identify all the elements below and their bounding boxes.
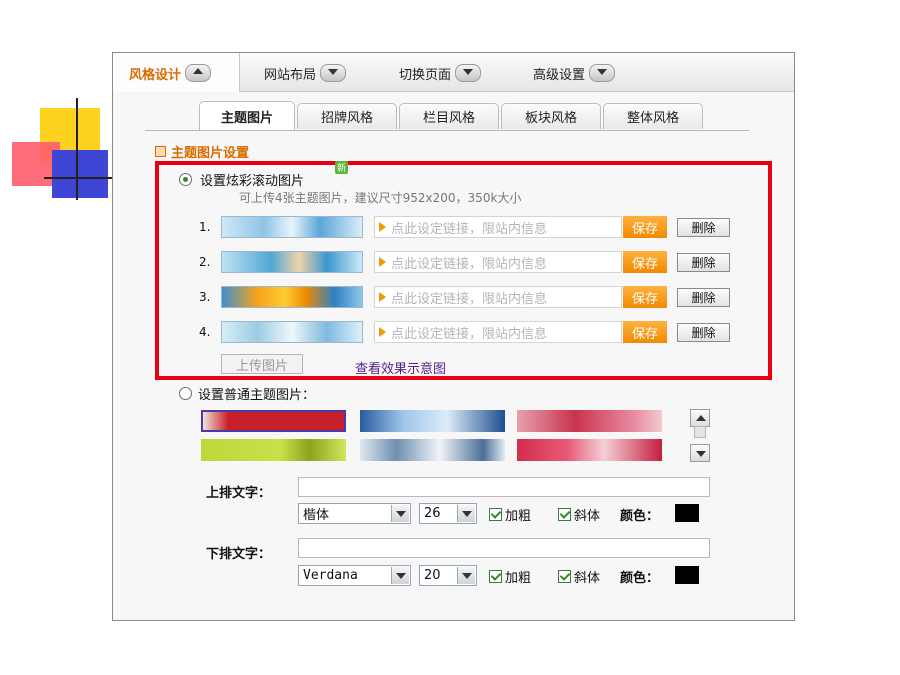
- top-font-select[interactable]: 楷体: [298, 503, 411, 524]
- chevron-up-icon: [185, 64, 212, 82]
- bottom-font-select[interactable]: Verdana: [298, 565, 411, 586]
- image-row: 1. 点此设定链接，限站内信息 保存 删除: [199, 216, 739, 240]
- bottom-text-input[interactable]: [298, 538, 710, 558]
- upload-image-button[interactable]: 上传图片: [221, 354, 303, 374]
- link-input[interactable]: 点此设定链接，限站内信息: [374, 216, 622, 238]
- arrow-right-icon: [379, 222, 386, 232]
- new-badge: 新: [335, 161, 349, 174]
- checkbox-checked-icon[interactable]: [558, 570, 571, 583]
- link-input[interactable]: 点此设定链接，限站内信息: [374, 286, 622, 308]
- delete-button[interactable]: 删除: [677, 218, 730, 237]
- chevron-down-icon: [320, 64, 347, 82]
- top-size-select[interactable]: 26: [419, 503, 477, 524]
- save-button[interactable]: 保存: [623, 216, 667, 238]
- arrow-right-icon: [379, 257, 386, 267]
- normal-images-option[interactable]: 设置普通主题图片：: [179, 384, 315, 403]
- bottom-text-label: 下排文字：: [206, 547, 272, 562]
- save-button[interactable]: 保存: [623, 251, 667, 273]
- delete-button[interactable]: 删除: [677, 253, 730, 272]
- link-input[interactable]: 点此设定链接，限站内信息: [374, 251, 622, 273]
- chevron-down-icon: [696, 451, 706, 457]
- image-thumbnail[interactable]: [221, 251, 363, 273]
- radio-selected-icon[interactable]: [179, 173, 192, 186]
- top-italic-checkbox[interactable]: 斜体: [558, 505, 600, 524]
- theme-thumbnail[interactable]: [517, 439, 662, 461]
- chevron-down-icon: [455, 64, 482, 82]
- chevron-down-icon: [391, 505, 409, 522]
- bullet-square-icon: [155, 146, 166, 157]
- bottom-color-swatch[interactable]: [675, 566, 699, 584]
- upload-hint: 可上传4张主题图片，建议尺寸952x200，350k大小: [239, 191, 522, 205]
- scroll-up-button[interactable]: [690, 409, 710, 427]
- subtab-signboard-style[interactable]: 招牌风格: [297, 103, 397, 129]
- scroll-down-button[interactable]: [690, 444, 710, 462]
- top-bold-checkbox[interactable]: 加粗: [489, 505, 531, 524]
- preview-effect-link[interactable]: 查看效果示意图: [355, 358, 446, 377]
- bottom-color-label: 颜色：: [620, 571, 660, 586]
- image-thumbnail[interactable]: [221, 286, 363, 308]
- top-color-label: 颜色：: [620, 509, 660, 524]
- nav-tab-switch-page[interactable]: 切换页面: [399, 61, 482, 85]
- theme-thumbnail[interactable]: [201, 439, 346, 461]
- nav-tab-style-design[interactable]: 风格设计: [129, 61, 212, 85]
- decor-blue-square: [52, 150, 108, 198]
- arrow-right-icon: [379, 292, 386, 302]
- save-button[interactable]: 保存: [623, 286, 667, 308]
- checkbox-checked-icon[interactable]: [489, 508, 502, 521]
- rolling-images-option[interactable]: 设置炫彩滚动图片: [179, 170, 304, 189]
- arrow-right-icon: [379, 327, 386, 337]
- nav-tab-advanced-settings[interactable]: 高级设置: [533, 61, 616, 85]
- theme-thumbnail[interactable]: [517, 410, 662, 432]
- radio-unselected-icon[interactable]: [179, 387, 192, 400]
- image-thumbnail[interactable]: [221, 321, 363, 343]
- section-title: 主题图片设置: [155, 142, 249, 161]
- delete-button[interactable]: 删除: [677, 323, 730, 342]
- bottom-bold-checkbox[interactable]: 加粗: [489, 567, 531, 586]
- chevron-up-icon: [696, 415, 706, 421]
- checkbox-checked-icon[interactable]: [558, 508, 571, 521]
- subtab-block-style[interactable]: 板块风格: [501, 103, 601, 129]
- theme-thumbnail[interactable]: [360, 410, 505, 432]
- bottom-size-select[interactable]: 20: [419, 565, 477, 586]
- image-row: 2. 点此设定链接，限站内信息 保存 删除: [199, 251, 739, 275]
- image-row: 4. 点此设定链接，限站内信息 保存 删除: [199, 321, 739, 345]
- checkbox-checked-icon[interactable]: [489, 570, 502, 583]
- subtab-theme-image[interactable]: 主题图片: [199, 101, 295, 130]
- top-text-label: 上排文字：: [206, 486, 272, 501]
- chevron-down-icon: [457, 567, 475, 584]
- link-input[interactable]: 点此设定链接，限站内信息: [374, 321, 622, 343]
- bottom-italic-checkbox[interactable]: 斜体: [558, 567, 600, 586]
- theme-thumbnail[interactable]: [201, 410, 346, 432]
- image-thumbnail[interactable]: [221, 216, 363, 238]
- top-text-input[interactable]: [298, 477, 710, 497]
- chevron-down-icon: [391, 567, 409, 584]
- chevron-down-icon: [589, 64, 616, 82]
- style-settings-panel: 风格设计 网站布局 切换页面 高级设置 主题图片 招牌风格 栏目风格 板块风格 …: [112, 52, 795, 621]
- decor-vertical-line: [76, 98, 78, 200]
- top-nav: 风格设计 网站布局 切换页面 高级设置: [113, 53, 794, 92]
- delete-button[interactable]: 删除: [677, 288, 730, 307]
- chevron-down-icon: [457, 505, 475, 522]
- scrollbar-thumb[interactable]: [694, 426, 706, 438]
- subtab-column-style[interactable]: 栏目风格: [399, 103, 499, 129]
- theme-thumbnail[interactable]: [360, 439, 505, 461]
- nav-tab-site-layout[interactable]: 网站布局: [264, 61, 347, 85]
- image-row: 3. 点此设定链接，限站内信息 保存 删除: [199, 286, 739, 310]
- save-button[interactable]: 保存: [623, 321, 667, 343]
- subtab-overall-style[interactable]: 整体风格: [603, 103, 703, 129]
- top-color-swatch[interactable]: [675, 504, 699, 522]
- decor-horizontal-line: [44, 177, 116, 179]
